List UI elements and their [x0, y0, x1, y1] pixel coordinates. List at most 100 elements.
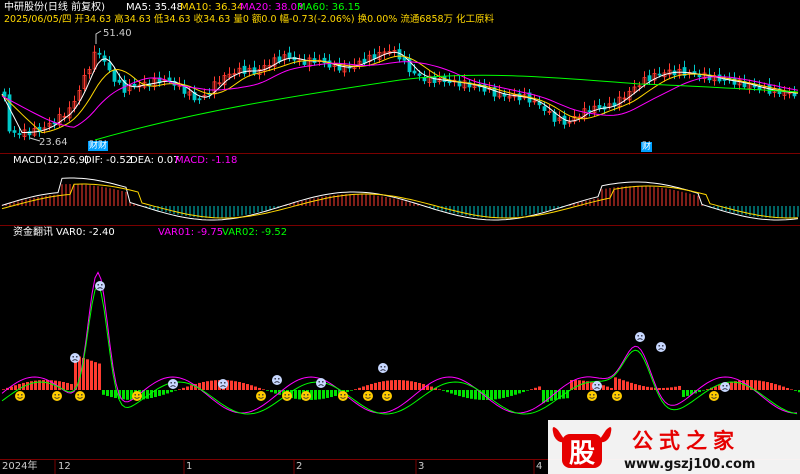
face-eye	[138, 394, 140, 396]
fund-bar	[774, 384, 777, 390]
fund-bar	[378, 381, 381, 390]
fund-bar	[274, 390, 277, 394]
candlestick-series	[2, 43, 797, 141]
smile-face-icon	[301, 391, 311, 401]
fund-bar	[414, 382, 417, 390]
fund-bar	[466, 390, 469, 399]
fund-bar	[634, 384, 637, 390]
candle-body	[597, 105, 602, 109]
fund-bar	[322, 390, 325, 399]
fund-bar	[382, 381, 385, 390]
fund-bar	[674, 386, 677, 390]
high-price-pointer	[95, 30, 102, 44]
fund-bar	[258, 387, 261, 390]
face-disc	[382, 391, 392, 401]
face-eye	[174, 382, 176, 384]
fund-bar	[214, 380, 217, 390]
face-eye	[641, 335, 643, 337]
fund-bar	[786, 387, 789, 390]
smile-face-icon	[256, 391, 266, 401]
face-eye	[220, 382, 222, 384]
candle-body	[542, 106, 547, 111]
fund-bar	[246, 384, 249, 390]
face-eye	[344, 394, 346, 396]
fund-bar	[186, 386, 189, 390]
fund-bar	[66, 382, 69, 390]
fund-bar	[538, 386, 541, 390]
face-eye	[288, 394, 290, 396]
fund-bar	[330, 390, 333, 398]
fund-bar	[658, 387, 661, 390]
watermark-graphic: 股 公式之家 www.gszj100.com	[548, 420, 800, 474]
face-eye	[340, 394, 343, 396]
smile-face-icon	[612, 391, 622, 401]
time-axis-ticks	[54, 459, 535, 474]
chart-stage[interactable]: 中研股份(日线 前复权) MA5: 35.48 MA10: 36.34 MA20…	[0, 0, 800, 474]
face-eye	[307, 394, 309, 396]
fund-bar	[366, 385, 369, 390]
face-eye	[170, 382, 172, 384]
fund-bar	[446, 390, 449, 393]
candle-body	[112, 69, 117, 82]
face-disc	[316, 378, 326, 388]
fund-bar	[790, 389, 793, 390]
fund-bar	[442, 390, 445, 391]
face-eye	[618, 394, 620, 396]
watermark-logo[interactable]: 股 公式之家 www.gszj100.com	[548, 420, 800, 474]
face-disc	[52, 391, 62, 401]
smile-face-icon	[75, 391, 85, 401]
face-disc	[168, 379, 178, 389]
fund-bar	[474, 390, 477, 400]
fund-bar	[110, 390, 113, 398]
fund-bar	[682, 390, 685, 398]
ma5-line	[1, 51, 799, 133]
face-disc	[70, 353, 80, 363]
fund-bar	[90, 360, 93, 390]
fund-bar	[210, 380, 213, 390]
face-eye	[614, 394, 616, 396]
fund-bar	[438, 389, 441, 390]
fund-bar	[666, 387, 669, 390]
face-eye	[322, 381, 324, 383]
alert-face-icon	[656, 342, 666, 352]
fund-bar	[502, 390, 505, 398]
fund-bar	[526, 390, 529, 391]
fund-bar	[190, 385, 193, 390]
fund-bar	[318, 390, 321, 400]
fund-bar	[234, 381, 237, 390]
fund-bar	[42, 380, 45, 390]
fund-bar	[702, 390, 705, 391]
face-eye	[303, 394, 306, 396]
face-eye	[224, 382, 226, 384]
fund-bar	[170, 390, 173, 393]
face-disc	[95, 281, 105, 291]
fund-bar	[386, 380, 389, 390]
fund-bar	[602, 385, 605, 390]
ma10-line	[1, 55, 799, 134]
fund-bar	[242, 382, 245, 390]
candle-body	[372, 54, 377, 59]
fund-bar	[182, 387, 185, 390]
face-eye	[637, 335, 639, 337]
face-disc	[338, 391, 348, 401]
fund-bar	[250, 385, 253, 390]
candle-body	[792, 92, 797, 97]
fund-bar	[530, 389, 533, 390]
fund-bar	[98, 363, 101, 390]
face-eye	[101, 284, 103, 286]
ma60-line	[94, 74, 799, 141]
face-eye	[594, 384, 596, 386]
fund-bar	[254, 386, 257, 390]
face-disc	[363, 391, 373, 401]
fund-bar	[518, 390, 521, 394]
fund-bar	[266, 390, 269, 391]
fund-bar	[766, 382, 769, 390]
fund-bar	[406, 380, 409, 390]
fund-bar	[510, 390, 513, 396]
fund-bar	[638, 385, 641, 390]
fund-bar	[782, 386, 785, 390]
fund-bar	[770, 383, 773, 390]
smile-face-icon	[15, 391, 25, 401]
alert-face-icon	[592, 381, 602, 391]
smile-face-icon	[363, 391, 373, 401]
